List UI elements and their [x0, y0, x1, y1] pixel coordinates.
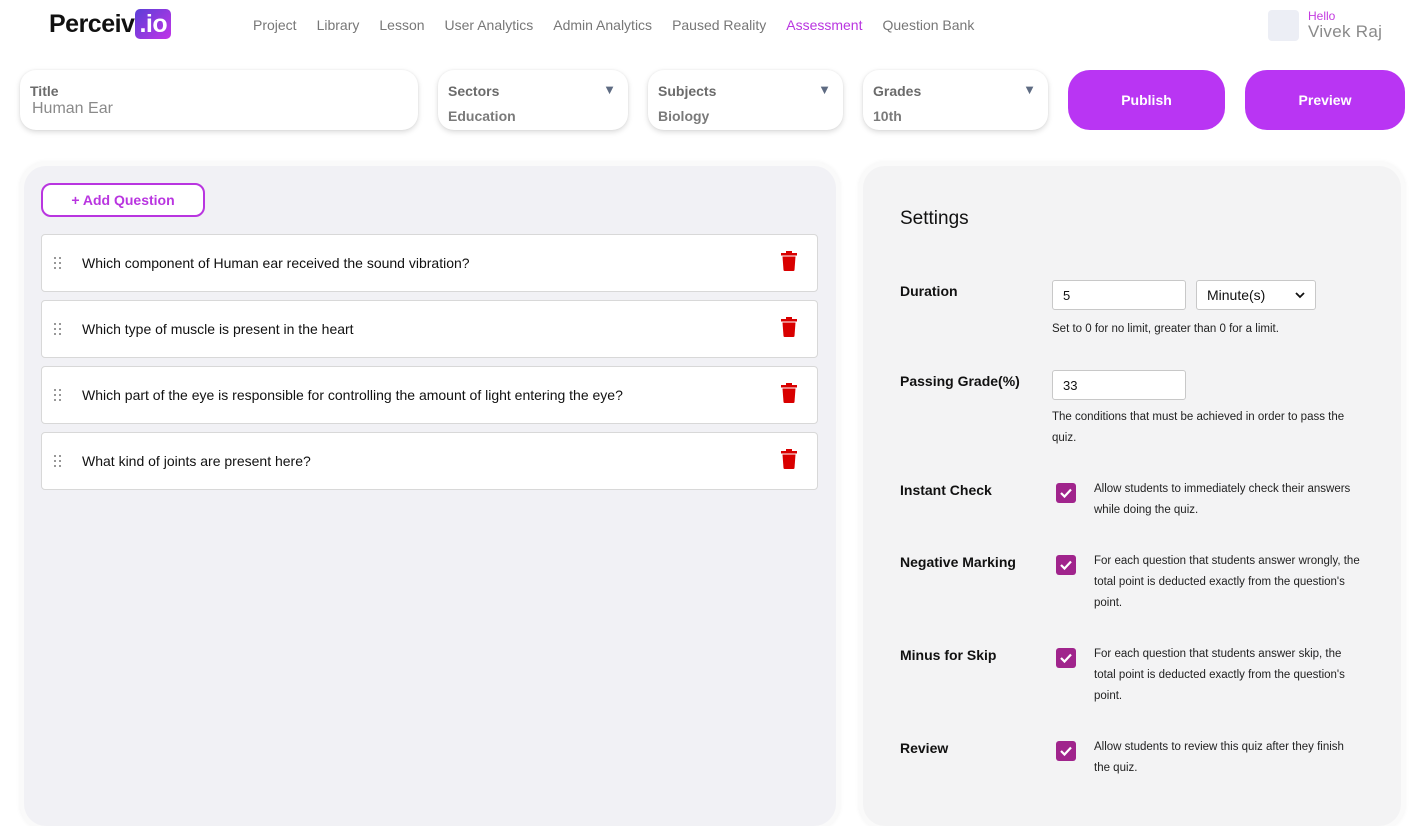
delete-icon[interactable]: [781, 383, 797, 403]
negative-marking-checkbox[interactable]: [1056, 555, 1076, 575]
duration-unit-select[interactable]: Minute(s): [1196, 280, 1316, 310]
negative-marking-help-1: For each question that students answer w…: [1094, 555, 1360, 567]
drag-handle-icon[interactable]: [53, 388, 63, 402]
minus-for-skip-help-3: point.: [1094, 690, 1123, 702]
review-help-2: the quiz.: [1094, 762, 1138, 774]
subjects-dropdown[interactable]: Subjects ▼ Biology: [648, 70, 843, 130]
review-checkbox[interactable]: [1056, 741, 1076, 761]
minus-for-skip-label: Minus for Skip: [900, 647, 997, 663]
question-row[interactable]: Which component of Human ear received th…: [41, 234, 818, 292]
sectors-label: Sectors: [448, 83, 500, 99]
subjects-label: Subjects: [658, 83, 717, 99]
instant-check-help-2: while doing the quiz.: [1094, 504, 1199, 516]
passing-grade-help-2: quiz.: [1052, 432, 1077, 444]
nav-project[interactable]: Project: [243, 14, 307, 36]
user-greeting: Hello: [1308, 9, 1336, 23]
brand-logo[interactable]: Perceiv .io: [49, 8, 172, 40]
title-field[interactable]: Title: [20, 70, 418, 130]
grades-label: Grades: [873, 83, 922, 99]
nav-admin-analytics[interactable]: Admin Analytics: [543, 14, 662, 36]
grades-value: 10th: [873, 108, 902, 124]
negative-marking-label: Negative Marking: [900, 554, 1016, 570]
delete-icon[interactable]: [781, 251, 797, 271]
duration-unit-value: Minute(s): [1207, 287, 1266, 303]
nav-paused-reality[interactable]: Paused Reality: [662, 14, 776, 36]
nav-user-analytics[interactable]: User Analytics: [435, 14, 544, 36]
review-help-1: Allow students to review this quiz after…: [1094, 741, 1344, 753]
negative-marking-help-3: point.: [1094, 597, 1123, 609]
question-row[interactable]: Which type of muscle is present in the h…: [41, 300, 818, 358]
settings-title: Settings: [900, 208, 969, 229]
passing-grade-label: Passing Grade(%): [900, 373, 1020, 389]
duration-help: Set to 0 for no limit, greater than 0 fo…: [1052, 323, 1279, 335]
subjects-value: Biology: [658, 108, 710, 124]
sectors-chevron-down-icon: ▼: [603, 82, 616, 97]
duration-input[interactable]: 5: [1052, 280, 1186, 310]
drag-handle-icon[interactable]: [53, 256, 63, 270]
drag-handle-icon[interactable]: [53, 454, 63, 468]
question-text: Which component of Human ear received th…: [82, 255, 470, 271]
sectors-dropdown[interactable]: Sectors ▼ Education: [438, 70, 628, 130]
duration-label: Duration: [900, 283, 958, 299]
drag-handle-icon[interactable]: [53, 322, 63, 336]
main-nav: Project Library Lesson User Analytics Ad…: [243, 14, 984, 36]
grades-chevron-down-icon: ▼: [1023, 82, 1036, 97]
minus-for-skip-checkbox[interactable]: [1056, 648, 1076, 668]
question-text: Which part of the eye is responsible for…: [82, 387, 623, 403]
minus-for-skip-help-1: For each question that students answer s…: [1094, 648, 1342, 660]
chevron-down-icon: [1295, 291, 1305, 298]
subjects-chevron-down-icon: ▼: [818, 82, 831, 97]
brand-suffix: .io: [135, 9, 172, 39]
negative-marking-help-2: total point is deducted exactly from the…: [1094, 576, 1345, 588]
minus-for-skip-help-2: total point is deducted exactly from the…: [1094, 669, 1345, 681]
title-label: Title: [30, 83, 59, 99]
question-text: What kind of joints are present here?: [82, 453, 311, 469]
add-question-button[interactable]: + Add Question: [41, 183, 205, 217]
nav-library[interactable]: Library: [307, 14, 370, 36]
review-label: Review: [900, 740, 949, 756]
delete-icon[interactable]: [781, 449, 797, 469]
grades-dropdown[interactable]: Grades ▼ 10th: [863, 70, 1048, 130]
avatar[interactable]: [1268, 10, 1299, 41]
title-input[interactable]: [32, 100, 402, 118]
instant-check-checkbox[interactable]: [1056, 483, 1076, 503]
passing-grade-help-1: The conditions that must be achieved in …: [1052, 411, 1345, 423]
publish-button[interactable]: Publish: [1068, 70, 1225, 130]
user-name[interactable]: Vivek Raj: [1308, 22, 1382, 42]
passing-grade-input[interactable]: 33: [1052, 370, 1186, 400]
question-row[interactable]: What kind of joints are present here?: [41, 432, 818, 490]
sectors-value: Education: [448, 108, 516, 124]
preview-button[interactable]: Preview: [1245, 70, 1405, 130]
question-row[interactable]: Which part of the eye is responsible for…: [41, 366, 818, 424]
nav-assessment[interactable]: Assessment: [776, 14, 872, 36]
instant-check-label: Instant Check: [900, 482, 992, 498]
instant-check-help-1: Allow students to immediately check thei…: [1094, 483, 1351, 495]
delete-icon[interactable]: [781, 317, 797, 337]
nav-lesson[interactable]: Lesson: [369, 14, 434, 36]
brand-name: Perceiv: [49, 9, 135, 38]
nav-question-bank[interactable]: Question Bank: [872, 14, 984, 36]
question-text: Which type of muscle is present in the h…: [82, 321, 354, 337]
